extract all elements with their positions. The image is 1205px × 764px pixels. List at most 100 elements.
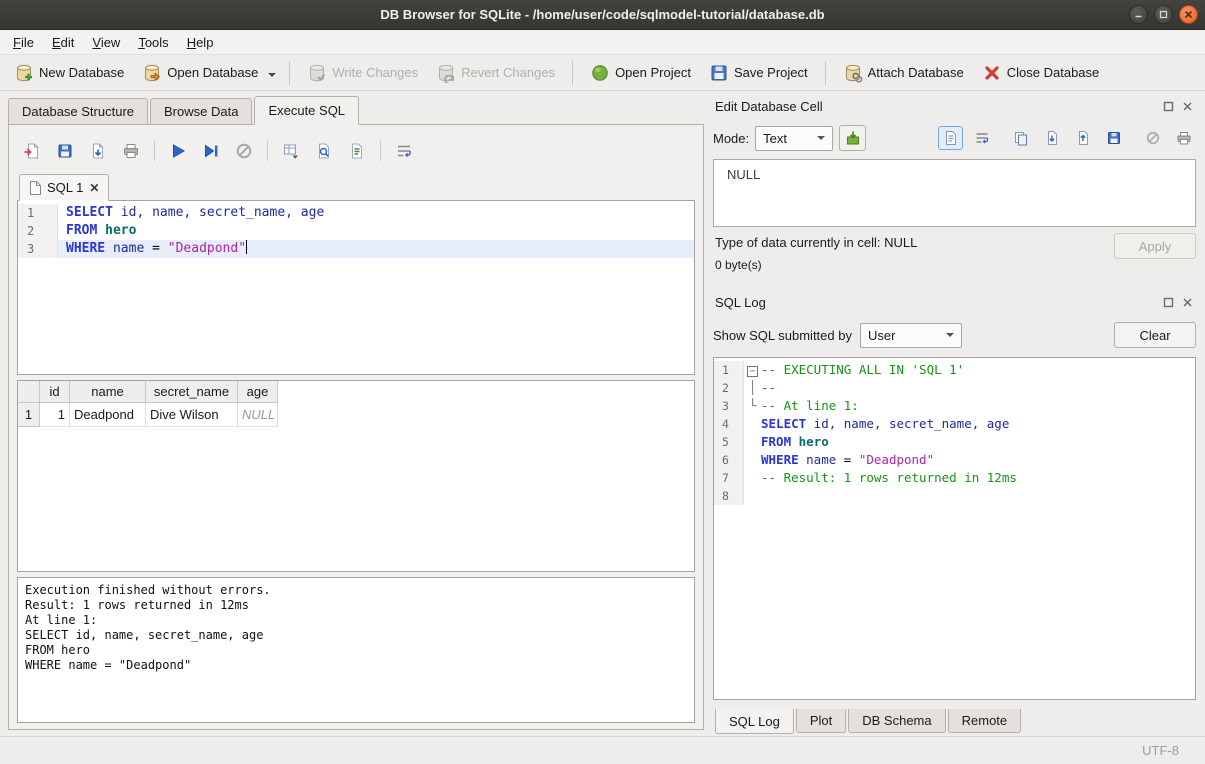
execution-message[interactable]: Execution finished without errors. Resul… <box>17 577 695 723</box>
save-sql-as-icon[interactable] <box>85 138 111 164</box>
apply-button[interactable]: Apply <box>1114 233 1196 259</box>
close-database-icon <box>982 63 1002 83</box>
execute-all-icon[interactable] <box>165 138 191 164</box>
print-cell-icon[interactable] <box>1171 126 1196 150</box>
save-project-button[interactable]: Save Project <box>701 59 816 87</box>
stop-icon[interactable] <box>231 138 257 164</box>
tab-sql-log[interactable]: SQL Log <box>715 709 794 734</box>
line-number: 1 <box>18 204 58 222</box>
maximize-button[interactable] <box>1154 5 1173 24</box>
cell-id[interactable]: 1 <box>40 403 70 427</box>
maximize-icon <box>1158 9 1169 20</box>
revert-changes-button[interactable]: Revert Changes <box>428 59 563 87</box>
results-header-row: id name secret_name age <box>18 381 694 403</box>
menu-tools[interactable]: Tools <box>129 32 177 53</box>
tab-browse-data[interactable]: Browse Data <box>150 98 252 124</box>
attach-database-button[interactable]: Attach Database <box>835 59 972 87</box>
execute-current-line-icon[interactable] <box>198 138 224 164</box>
tab-db-schema[interactable]: DB Schema <box>848 709 945 733</box>
float-panel-icon[interactable] <box>1161 295 1175 309</box>
menu-view[interactable]: View <box>83 32 129 53</box>
sql-file-icon <box>29 181 41 195</box>
find-replace-icon[interactable] <box>311 138 337 164</box>
edit-cell-header: Edit Database Cell <box>713 95 1196 117</box>
save-sql-file-icon[interactable] <box>52 138 78 164</box>
open-database-button[interactable]: Open Database <box>134 59 266 87</box>
tab-execute-sql[interactable]: Execute SQL <box>254 96 359 125</box>
mode-select[interactable]: Text <box>755 126 833 151</box>
close-database-button[interactable]: Close Database <box>974 59 1108 87</box>
open-external-button[interactable] <box>839 125 866 151</box>
results-grid[interactable]: id name secret_name age 1 1 Deadpond Div… <box>17 380 695 572</box>
log-line: 4 SELECT id, name, secret_name, age <box>714 415 1195 433</box>
sql-log-view[interactable]: 1 − -- EXECUTING ALL IN 'SQL 1' 2 │ -- 3… <box>713 357 1196 700</box>
clear-log-button[interactable]: Clear <box>1114 322 1196 348</box>
menu-file[interactable]: File <box>4 32 43 53</box>
open-project-button[interactable]: Open Project <box>582 59 699 87</box>
attach-database-icon <box>843 63 863 83</box>
float-panel-icon[interactable] <box>1161 99 1175 113</box>
new-database-button[interactable]: New Database <box>6 59 132 87</box>
open-database-icon <box>142 63 162 83</box>
row-header[interactable]: 1 <box>18 403 40 427</box>
print-sql-icon[interactable] <box>118 138 144 164</box>
menu-help[interactable]: Help <box>178 32 223 53</box>
sql-editor[interactable]: 1 SELECT id, name, secret_name, age 2 FR… <box>17 200 695 375</box>
set-null-icon[interactable] <box>1140 126 1165 150</box>
write-changes-button[interactable]: Write Changes <box>299 59 426 87</box>
menu-edit[interactable]: Edit <box>43 32 83 53</box>
word-wrap-icon[interactable] <box>969 126 994 150</box>
column-header-age[interactable]: age <box>238 381 278 403</box>
text-view-icon[interactable] <box>938 126 963 150</box>
window-controls <box>1129 5 1198 24</box>
main-tab-bar: Database Structure Browse Data Execute S… <box>8 97 704 125</box>
cell-secret-name[interactable]: Dive Wilson <box>146 403 238 427</box>
fold-line: │ <box>744 379 761 397</box>
cell-info: Type of data currently in cell: NULL 0 b… <box>713 227 1196 291</box>
column-header-name[interactable]: name <box>70 381 146 403</box>
left-panel: Database Structure Browse Data Execute S… <box>0 91 704 736</box>
log-line-number: 2 <box>714 379 744 397</box>
close-panel-icon[interactable] <box>1180 99 1194 113</box>
format-sql-icon[interactable] <box>344 138 370 164</box>
sql-toolbar-separator <box>380 141 381 161</box>
tab-remote[interactable]: Remote <box>948 709 1022 733</box>
cell-value-editor[interactable]: NULL <box>713 159 1196 227</box>
sql-tab-close-icon[interactable]: ✕ <box>89 181 99 195</box>
close-button[interactable] <box>1179 5 1198 24</box>
column-header-secret-name[interactable]: secret_name <box>146 381 238 403</box>
cell-age-null[interactable]: NULL <box>238 403 278 427</box>
results-data-row: 1 1 Deadpond Dive Wilson NULL <box>18 403 694 427</box>
export-results-icon[interactable] <box>278 138 304 164</box>
fold-collapse-icon[interactable]: − <box>747 366 758 377</box>
mode-label: Mode: <box>713 131 749 146</box>
column-header-id[interactable]: id <box>40 381 70 403</box>
main-toolbar: New Database Open Database <box>0 55 1205 91</box>
import-cell-icon[interactable] <box>1039 126 1064 150</box>
toolbar-separator <box>289 61 290 85</box>
sql-log-controls: Show SQL submitted by User Clear <box>713 319 1196 351</box>
open-sql-file-icon[interactable] <box>19 138 45 164</box>
copy-cell-icon[interactable] <box>1008 126 1033 150</box>
sql-doc-tab[interactable]: SQL 1 ✕ <box>19 174 109 201</box>
open-project-label: Open Project <box>615 65 691 80</box>
log-filter-select[interactable]: User <box>860 323 962 348</box>
write-changes-icon <box>307 63 327 83</box>
log-filter-label: Show SQL submitted by <box>713 328 852 343</box>
minimize-button[interactable] <box>1129 5 1148 24</box>
close-database-label: Close Database <box>1007 65 1100 80</box>
export-cell-icon[interactable] <box>1070 126 1095 150</box>
word-wrap-icon[interactable] <box>391 138 417 164</box>
sql-toolbar <box>17 131 695 171</box>
menubar: File Edit View Tools Help <box>0 30 1205 55</box>
titlebar[interactable]: DB Browser for SQLite - /home/user/code/… <box>0 0 1205 30</box>
tab-plot[interactable]: Plot <box>796 709 846 733</box>
tab-database-structure[interactable]: Database Structure <box>8 98 148 124</box>
encoding-indicator[interactable]: UTF-8 <box>1142 743 1179 758</box>
sql-toolbar-separator <box>154 141 155 161</box>
save-cell-icon[interactable] <box>1101 126 1126 150</box>
cell-name[interactable]: Deadpond <box>70 403 146 427</box>
line-number: 3 <box>18 240 58 258</box>
open-database-dropdown[interactable] <box>264 59 280 86</box>
close-panel-icon[interactable] <box>1180 295 1194 309</box>
